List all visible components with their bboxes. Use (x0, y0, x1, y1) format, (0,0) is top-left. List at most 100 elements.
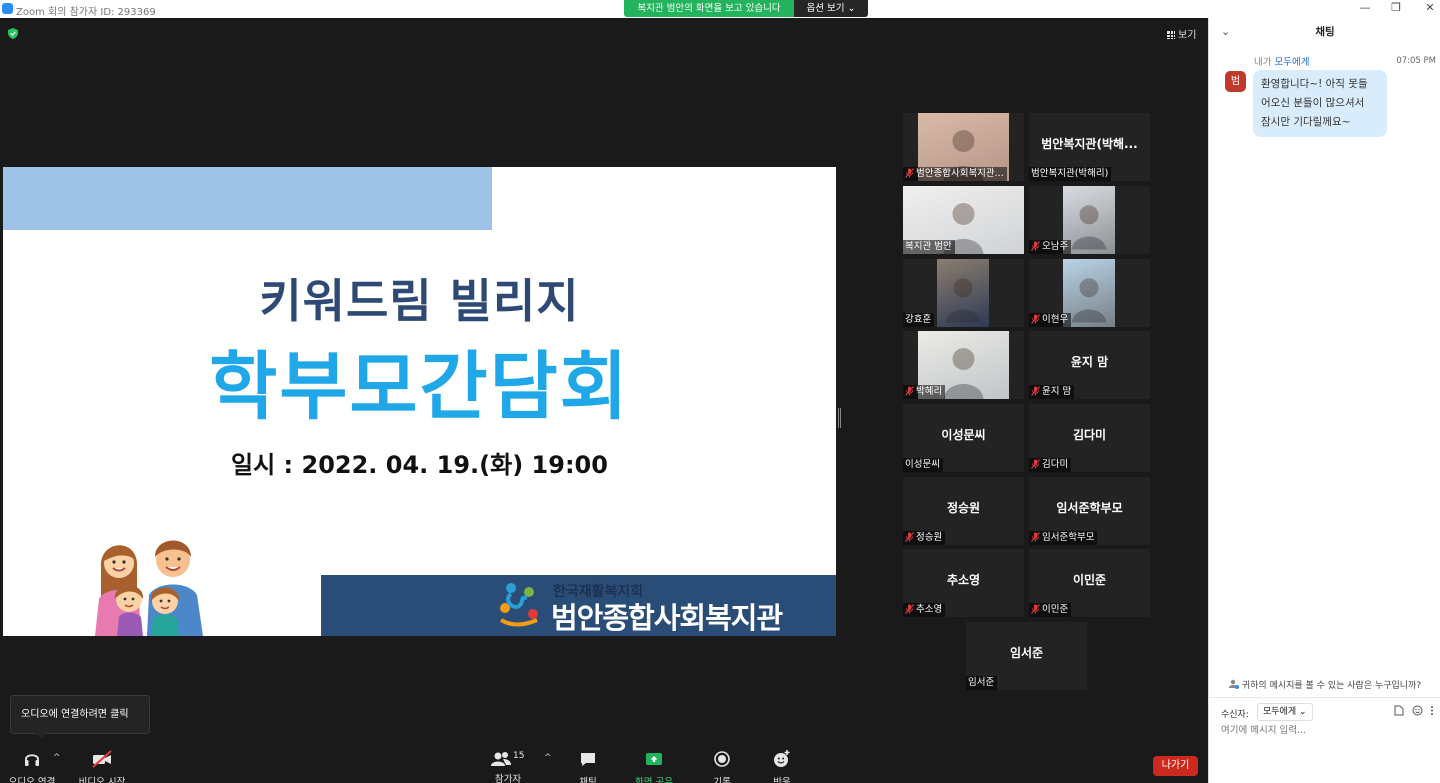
chat-message-bubble[interactable]: 환영합니다~! 아직 못들 어오신 분들이 많으셔서 잠시만 기다릴께요~ (1253, 70, 1387, 137)
chat-label: 채팅 (579, 777, 597, 783)
share-screen-icon (646, 753, 662, 765)
participant-name-label: 이현우 (1029, 313, 1072, 327)
audio-tooltip: 오디오에 연결하려면 클릭 (10, 695, 150, 739)
record-button[interactable]: 기록 (692, 749, 752, 783)
recipient-link[interactable]: 모두에게 (1275, 57, 1310, 68)
slide-footer-bar: 한국재활복지회 범안종합사회복지관 (321, 575, 836, 636)
participant-name-label: 윤지 맘 (1029, 385, 1075, 399)
participant-name: 김다미 (1042, 459, 1069, 470)
record-icon (714, 751, 730, 767)
emoji-icon[interactable] (1412, 705, 1423, 716)
message-visibility-link[interactable]: 귀하의 메시지를 볼 수 있는 사람은 누구입니까? (1229, 678, 1437, 691)
message-sender-line: 내가 모두에게 (1254, 54, 1309, 68)
shared-screen-slide: 키워드림 빌리지 학부모간담회 일시 : 2022. 04. 19.(화) 19… (3, 167, 836, 636)
audio-options-caret[interactable]: ^ (53, 753, 61, 763)
participant-name: 범안복지관(박해리) (1031, 168, 1109, 179)
sender-prefix: 내가 (1254, 57, 1272, 68)
chat-title: 채팅 (1315, 26, 1335, 38)
participant-name-label: 정승원 (903, 531, 946, 545)
muted-mic-icon (1031, 314, 1040, 324)
person-icon (1229, 679, 1239, 689)
muted-mic-icon (1031, 241, 1040, 251)
participant-tile[interactable]: 정승원 정승원 (903, 477, 1024, 545)
panel-resize-handle[interactable] (838, 408, 841, 428)
recipient-dropdown[interactable]: 모두에게 ⌄ (1257, 703, 1313, 721)
chat-tools (1394, 705, 1434, 719)
restore-button[interactable]: ❐ (1386, 1, 1406, 14)
participant-tile[interactable]: 김다미 김다미 (1029, 404, 1150, 472)
family-illustration (95, 540, 203, 636)
participants-options-caret[interactable]: ^ (544, 753, 552, 763)
participant-display-name: 추소영 (946, 573, 981, 587)
participant-display-name: 정승원 (946, 501, 981, 515)
message-time: 07:05 PM (1396, 56, 1436, 66)
more-icon[interactable] (1430, 705, 1434, 716)
participant-name-label: 김다미 (1029, 458, 1072, 472)
participant-tile[interactable]: 이현우 (1029, 259, 1150, 327)
slide-datetime: 일시 : 2022. 04. 19.(화) 19:00 (231, 451, 608, 479)
participant-tile[interactable]: 임서준학부모 임서준학부모 (1029, 477, 1150, 545)
participant-display-name: 임서준학부모 (1056, 501, 1123, 515)
participant-tile[interactable]: 복지관 범안 (903, 186, 1024, 254)
visibility-question: 귀하의 메시지를 볼 수 있는 사람은 누구입니까? (1241, 681, 1422, 691)
video-label: 비디오 시작 (78, 777, 126, 783)
participant-name: 이현우 (1042, 314, 1069, 325)
participants-button[interactable]: 15 참가자 (478, 749, 538, 783)
participant-name: 박혜리 (916, 386, 943, 397)
view-label: 보기 (1178, 30, 1197, 41)
share-screen-label: 화면 공유 (635, 777, 673, 783)
participant-tile[interactable]: 이성문씨 이성문씨 (903, 404, 1024, 472)
participant-name-label: 추소영 (903, 603, 946, 617)
chat-message-input[interactable] (1221, 725, 1431, 736)
participant-name: 윤지 맘 (1042, 386, 1072, 397)
chat-icon (581, 753, 595, 766)
minimize-button[interactable]: — (1355, 1, 1375, 14)
muted-mic-icon (1031, 532, 1040, 542)
participant-name-label: 임서준 (966, 676, 998, 690)
view-button[interactable]: 보기 (1167, 26, 1196, 41)
participant-tile[interactable]: 강효훈 (903, 259, 1024, 327)
recipient-label: 수신자: (1221, 710, 1249, 720)
muted-mic-icon (1031, 459, 1040, 469)
participant-name-label: 복지관 범안 (903, 240, 955, 254)
participant-tile[interactable]: 범안종합사회복지관... (903, 113, 1024, 181)
participant-tile[interactable]: 윤지 맘 윤지 맘 (1029, 331, 1150, 399)
participants-label: 참가자 (494, 774, 522, 783)
file-icon[interactable] (1394, 705, 1404, 716)
participant-tile[interactable]: 박혜리 (903, 331, 1024, 399)
share-screen-button[interactable]: 화면 공유 (624, 749, 684, 783)
video-button[interactable]: 비디오 시작 (72, 749, 132, 783)
audio-label: 오디오 연결 (8, 777, 56, 783)
participant-name-label: 범안복지관(박해리) (1029, 167, 1112, 181)
leave-meeting-button[interactable]: 나가기 (1153, 756, 1198, 776)
participant-name-label: 임서준학부모 (1029, 531, 1098, 545)
participant-display-name: 이성문씨 (941, 428, 986, 442)
participant-tile[interactable]: 범안복지관(박해... 범안복지관(박해리) (1029, 113, 1150, 181)
organization-logo-icon (499, 583, 538, 627)
shield-icon[interactable] (8, 28, 18, 39)
title-bar: Zoom 회의 참가자 ID: 293369 복지관 범안의 화면을 보고 있습… (0, 0, 1440, 18)
participant-tile[interactable]: 오남주 (1029, 186, 1150, 254)
participant-name-label: 이민준 (1029, 603, 1072, 617)
record-label: 기록 (713, 777, 731, 783)
participant-name: 범안종합사회복지관... (916, 168, 1004, 179)
participants-icon (491, 752, 511, 766)
muted-mic-icon (905, 386, 914, 396)
participant-display-name: 이민준 (1072, 573, 1107, 587)
participant-tile[interactable]: 이민준 이민준 (1029, 549, 1150, 617)
reaction-smiley-icon (774, 750, 790, 767)
participant-name-label: 범안종합사회복지관... (903, 167, 1007, 181)
chat-button[interactable]: 채팅 (558, 749, 618, 783)
participant-tile[interactable]: 임서준 임서준 (966, 622, 1087, 690)
participant-display-name: 김다미 (1072, 428, 1107, 442)
participant-name-label: 오남주 (1029, 240, 1072, 254)
close-window-button[interactable]: ✕ (1420, 1, 1440, 14)
reactions-button[interactable]: 반응 (752, 749, 812, 783)
participant-display-name: 범안복지관(박해... (1041, 137, 1138, 151)
participant-tile[interactable]: 추소영 추소영 (903, 549, 1024, 617)
chat-panel: ⌄ 채팅 내가 모두에게 07:05 PM 범 환영합니다~! 아직 못들 어오… (1208, 18, 1440, 783)
muted-mic-icon (905, 532, 914, 542)
participant-display-name: 임서준 (1009, 646, 1044, 660)
window-title: Zoom 회의 참가자 ID: 293369 (16, 7, 156, 18)
view-options-button[interactable]: 옵션 보기 ⌄ (794, 0, 868, 17)
